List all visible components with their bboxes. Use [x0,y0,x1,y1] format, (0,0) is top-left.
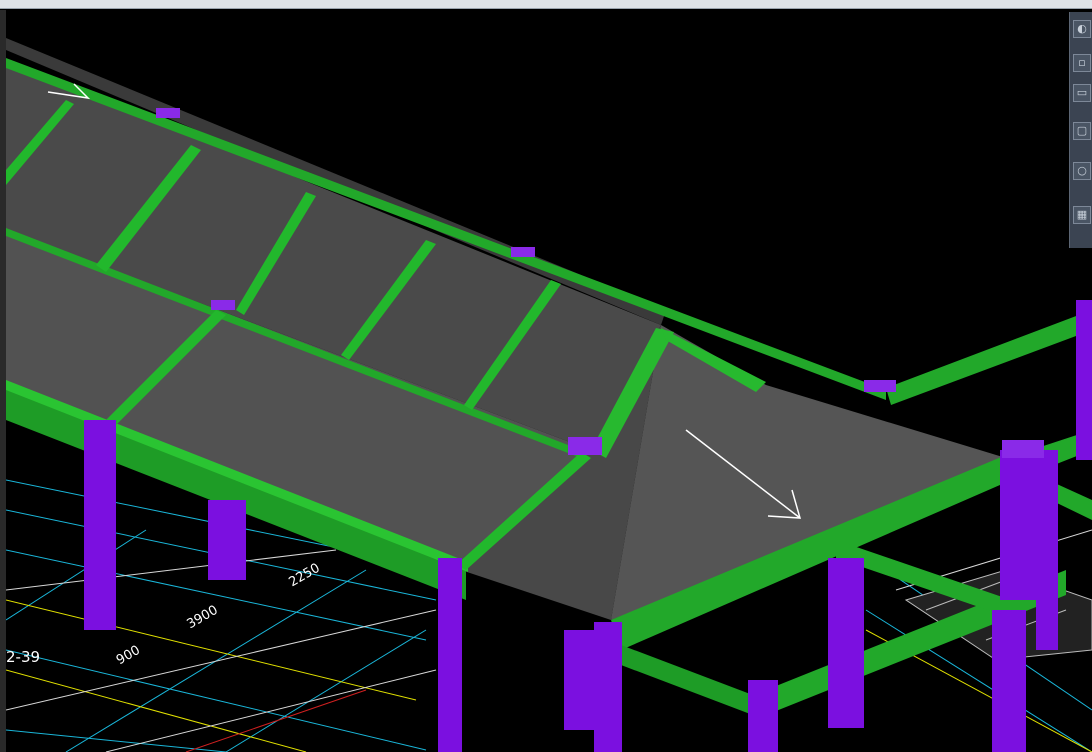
lower-eave-beam [621,645,766,720]
column [84,420,116,630]
grid-line [6,649,427,751]
window-title-bar [0,0,1092,9]
column-cap [211,300,235,310]
plan-line [6,549,337,591]
column [992,610,1026,752]
column [208,500,246,580]
grid-panel-icon[interactable]: ▦ [1073,206,1091,224]
column [828,558,864,728]
axis-lines [6,599,1092,752]
plan-line [6,609,437,711]
column [564,630,594,730]
model-canvas[interactable] [6,10,1092,752]
top-right-beam [886,310,1092,405]
column-cap [511,247,535,257]
cad-viewport[interactable]: 2250 3900 900 2-39 [6,10,1092,752]
view-box-icon[interactable]: ▭ [1073,84,1091,102]
column-cap [1002,440,1044,458]
column [748,680,778,752]
circle-icon[interactable]: ○ [1073,162,1091,180]
grid-line [225,629,427,752]
dimension-label: 2-39 [6,648,41,666]
column [594,622,622,752]
grid-line [6,729,227,752]
column-cap [156,108,180,118]
column [1076,300,1092,460]
column [438,558,462,752]
column-cap [568,437,602,455]
column-cap [864,380,896,392]
view-toolbar: ◐ ▫ ▭ ▢ ○ ▦ [1069,12,1092,248]
view-camera-icon[interactable]: ▢ [1073,122,1091,140]
orbit-icon[interactable]: ◐ [1073,20,1091,38]
view-front-icon[interactable]: ▫ [1073,54,1091,72]
column [1000,450,1036,600]
column [1036,450,1058,650]
